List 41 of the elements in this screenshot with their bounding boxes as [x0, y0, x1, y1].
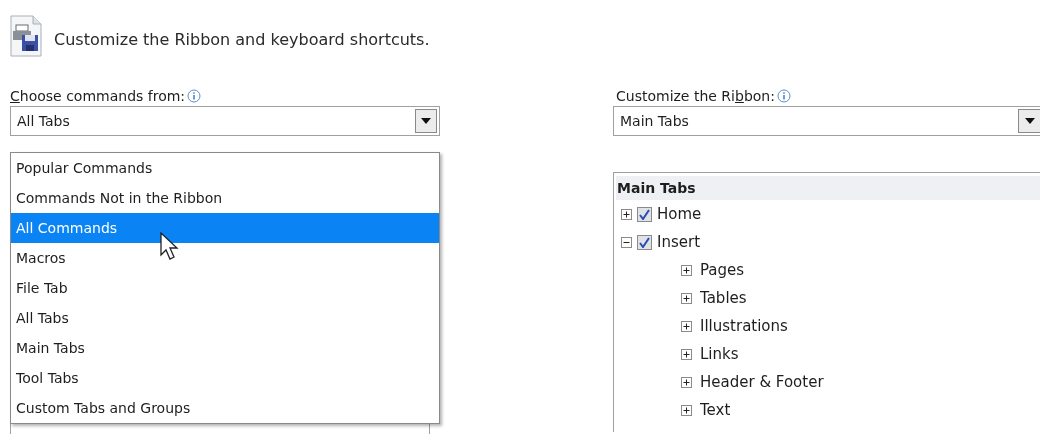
expand-icon[interactable]: [681, 404, 692, 416]
dropdown-option[interactable]: Main Tabs: [11, 333, 439, 363]
tree-item[interactable]: Tables: [697, 286, 747, 310]
expand-icon[interactable]: [681, 376, 692, 388]
tree-item[interactable]: Pages: [697, 258, 745, 282]
expand-icon[interactable]: [681, 264, 692, 276]
tree-header: Main Tabs: [616, 176, 1040, 200]
tree-item[interactable]: Insert: [657, 230, 701, 254]
tree-item[interactable]: Illustrations: [697, 314, 788, 338]
field-label: Choose commands from:: [10, 86, 202, 106]
expand-icon[interactable]: [681, 292, 692, 304]
dropdown-option[interactable]: Commands Not in the Ribbon: [11, 183, 439, 213]
combo-box[interactable]: Main Tabs: [613, 106, 1040, 136]
dropdown-option[interactable]: File Tab: [11, 273, 439, 303]
dropdown-option[interactable]: Macros: [11, 243, 439, 273]
info-icon: [776, 89, 791, 103]
dropdown-option[interactable]: Popular Commands: [11, 153, 439, 183]
expand-icon[interactable]: [681, 348, 692, 360]
mouse-pointer-icon: [160, 232, 180, 262]
info-icon: [187, 89, 202, 103]
combo-box[interactable]: All Tabs: [10, 106, 440, 136]
dropdown-option[interactable]: All Tabs: [11, 303, 439, 333]
document-printer-icon: [10, 15, 42, 57]
dropdown-option[interactable]: All Commands: [11, 213, 439, 243]
checkbox[interactable]: [637, 206, 652, 222]
dropdown-option[interactable]: Tool Tabs: [11, 363, 439, 393]
dropdown-option[interactable]: Custom Tabs and Groups: [11, 393, 439, 423]
caret-icon: [421, 118, 431, 124]
field-label: Customize the Ribbon:: [613, 86, 791, 106]
dialog-heading: Customize the Ribbon and keyboard shortcuts.: [54, 29, 430, 51]
tree-item[interactable]: Home: [657, 202, 702, 226]
dropdown-arrow-button[interactable]: [415, 109, 437, 133]
expand-icon[interactable]: [681, 320, 692, 332]
checkbox[interactable]: [637, 234, 652, 250]
expand-icon[interactable]: [621, 208, 632, 220]
dropdown-arrow-button[interactable]: [1018, 109, 1040, 133]
collapse-icon[interactable]: [621, 236, 632, 248]
tree-item[interactable]: Links: [697, 342, 739, 366]
caret-icon: [1024, 118, 1035, 124]
tree-item[interactable]: Text: [697, 398, 731, 422]
tree-item[interactable]: Header & Footer: [697, 370, 824, 394]
